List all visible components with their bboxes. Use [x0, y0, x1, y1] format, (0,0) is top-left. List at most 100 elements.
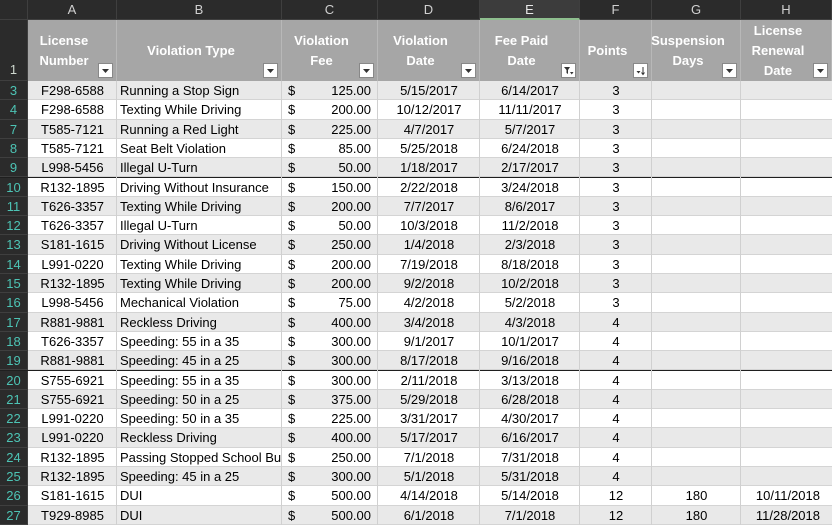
cell-suspension-days[interactable] [652, 390, 741, 409]
cell-points[interactable]: 3 [580, 139, 652, 158]
cell-license-number[interactable]: L998-5456 [28, 293, 117, 312]
cell-suspension-days[interactable] [652, 351, 741, 370]
cell-license-renewal-date[interactable]: 11/28/2018 [741, 506, 832, 525]
cell-fee-paid-date[interactable]: 7/1/2018 [480, 506, 580, 525]
cell-violation-date[interactable]: 9/2/2018 [378, 274, 480, 293]
cell-violation-date[interactable]: 2/22/2018 [378, 178, 480, 197]
cell-suspension-days[interactable] [652, 293, 741, 312]
cell-license-number[interactable]: F298-6588 [28, 81, 117, 100]
cell-license-renewal-date[interactable] [741, 158, 832, 177]
cell-license-number[interactable]: T626-3357 [28, 197, 117, 216]
cell-violation-fee[interactable]: $250.00 [282, 235, 378, 254]
cell-license-renewal-date[interactable] [741, 448, 832, 467]
cell-violation-type[interactable]: Driving Without License [117, 235, 282, 254]
cell-license-renewal-date[interactable] [741, 351, 832, 370]
row-header-14[interactable]: 14 [0, 254, 28, 274]
cell-license-number[interactable]: S755-6921 [28, 390, 117, 409]
cell-violation-date[interactable]: 4/14/2018 [378, 486, 480, 505]
cell-fee-paid-date[interactable]: 5/31/2018 [480, 467, 580, 486]
cell-fee-paid-date[interactable]: 6/28/2018 [480, 390, 580, 409]
filter-dropdown-icon[interactable] [461, 63, 476, 78]
cell-violation-type[interactable]: Passing Stopped School Bu [117, 448, 282, 467]
cell-suspension-days[interactable]: 180 [652, 486, 741, 505]
cell-points[interactable]: 3 [580, 255, 652, 274]
cell-license-renewal-date[interactable]: 10/11/2018 [741, 486, 832, 505]
cell-points[interactable]: 12 [580, 486, 652, 505]
cell-points[interactable]: 3 [580, 120, 652, 139]
cell-license-number[interactable]: L991-0220 [28, 255, 117, 274]
cell-license-number[interactable]: T585-7121 [28, 120, 117, 139]
cell-violation-type[interactable]: Seat Belt Violation [117, 139, 282, 158]
row-header-7[interactable]: 7 [0, 119, 28, 139]
cell-suspension-days[interactable] [652, 467, 741, 486]
cell-fee-paid-date[interactable]: 5/14/2018 [480, 486, 580, 505]
cell-violation-date[interactable]: 1/18/2017 [378, 158, 480, 177]
row-header-1[interactable]: 1 [0, 20, 28, 81]
cell-license-renewal-date[interactable] [741, 428, 832, 447]
cell-violation-date[interactable]: 7/1/2018 [378, 448, 480, 467]
row-header-11[interactable]: 11 [0, 196, 28, 217]
row-header-21[interactable]: 21 [0, 389, 28, 410]
cell-fee-paid-date[interactable]: 4/3/2018 [480, 313, 580, 332]
row-header-27[interactable]: 27 [0, 505, 28, 525]
cell-violation-fee[interactable]: $500.00 [282, 506, 378, 525]
row-header-19[interactable]: 19 [0, 351, 28, 371]
cell-points[interactable]: 4 [580, 467, 652, 486]
cell-license-number[interactable]: R881-9881 [28, 351, 117, 370]
cell-violation-date[interactable]: 5/25/2018 [378, 139, 480, 158]
row-header-8[interactable]: 8 [0, 138, 28, 159]
cell-suspension-days[interactable] [652, 100, 741, 119]
cell-suspension-days[interactable] [652, 235, 741, 254]
cell-violation-fee[interactable]: $200.00 [282, 274, 378, 293]
cell-suspension-days[interactable] [652, 428, 741, 447]
cell-violation-type[interactable]: DUI [117, 506, 282, 525]
cell-license-renewal-date[interactable] [741, 371, 832, 390]
cell-violation-fee[interactable]: $125.00 [282, 81, 378, 100]
cell-violation-fee[interactable]: $150.00 [282, 178, 378, 197]
cell-violation-type[interactable]: Texting While Driving [117, 274, 282, 293]
cell-violation-date[interactable]: 5/17/2017 [378, 428, 480, 447]
cell-license-number[interactable]: T929-8985 [28, 506, 117, 525]
row-header-12[interactable]: 12 [0, 216, 28, 236]
cell-license-number[interactable]: L998-5456 [28, 158, 117, 177]
cell-violation-type[interactable]: Speeding: 45 in a 25 [117, 351, 282, 370]
row-header-13[interactable]: 13 [0, 235, 28, 255]
cell-violation-date[interactable]: 4/7/2017 [378, 120, 480, 139]
cell-suspension-days[interactable] [652, 139, 741, 158]
cell-suspension-days[interactable] [652, 158, 741, 177]
cell-license-renewal-date[interactable] [741, 216, 832, 235]
cell-violation-fee[interactable]: $225.00 [282, 409, 378, 428]
cell-violation-date[interactable]: 8/17/2018 [378, 351, 480, 370]
cell-license-renewal-date[interactable] [741, 409, 832, 428]
cell-suspension-days[interactable] [652, 274, 741, 293]
cell-violation-date[interactable]: 4/2/2018 [378, 293, 480, 312]
column-header-b[interactable]: B [117, 0, 282, 20]
cell-violation-date[interactable]: 10/12/2017 [378, 100, 480, 119]
cell-violation-date[interactable]: 6/1/2018 [378, 506, 480, 525]
cell-suspension-days[interactable] [652, 216, 741, 235]
cell-license-renewal-date[interactable] [741, 467, 832, 486]
cell-points[interactable]: 3 [580, 216, 652, 235]
row-header-10[interactable]: 10 [0, 177, 28, 197]
cell-violation-date[interactable]: 5/15/2017 [378, 81, 480, 100]
cell-fee-paid-date[interactable]: 6/16/2017 [480, 428, 580, 447]
cell-license-renewal-date[interactable] [741, 274, 832, 293]
cell-violation-date[interactable]: 2/11/2018 [378, 371, 480, 390]
row-header-16[interactable]: 16 [0, 293, 28, 313]
cell-violation-date[interactable]: 5/29/2018 [378, 390, 480, 409]
cell-violation-type[interactable]: DUI [117, 486, 282, 505]
cell-license-number[interactable]: L991-0220 [28, 409, 117, 428]
cell-license-renewal-date[interactable] [741, 100, 832, 119]
cell-fee-paid-date[interactable]: 5/7/2017 [480, 120, 580, 139]
cell-violation-type[interactable]: Speeding: 50 in a 35 [117, 409, 282, 428]
cell-suspension-days[interactable] [652, 178, 741, 197]
cell-violation-date[interactable]: 1/4/2018 [378, 235, 480, 254]
cell-violation-fee[interactable]: $500.00 [282, 486, 378, 505]
cell-points[interactable]: 4 [580, 390, 652, 409]
cell-violation-date[interactable]: 3/4/2018 [378, 313, 480, 332]
cell-license-renewal-date[interactable] [741, 197, 832, 216]
cell-points[interactable]: 3 [580, 178, 652, 197]
cell-license-number[interactable]: F298-6588 [28, 100, 117, 119]
cell-points[interactable]: 4 [580, 371, 652, 390]
cell-violation-fee[interactable]: $50.00 [282, 158, 378, 177]
